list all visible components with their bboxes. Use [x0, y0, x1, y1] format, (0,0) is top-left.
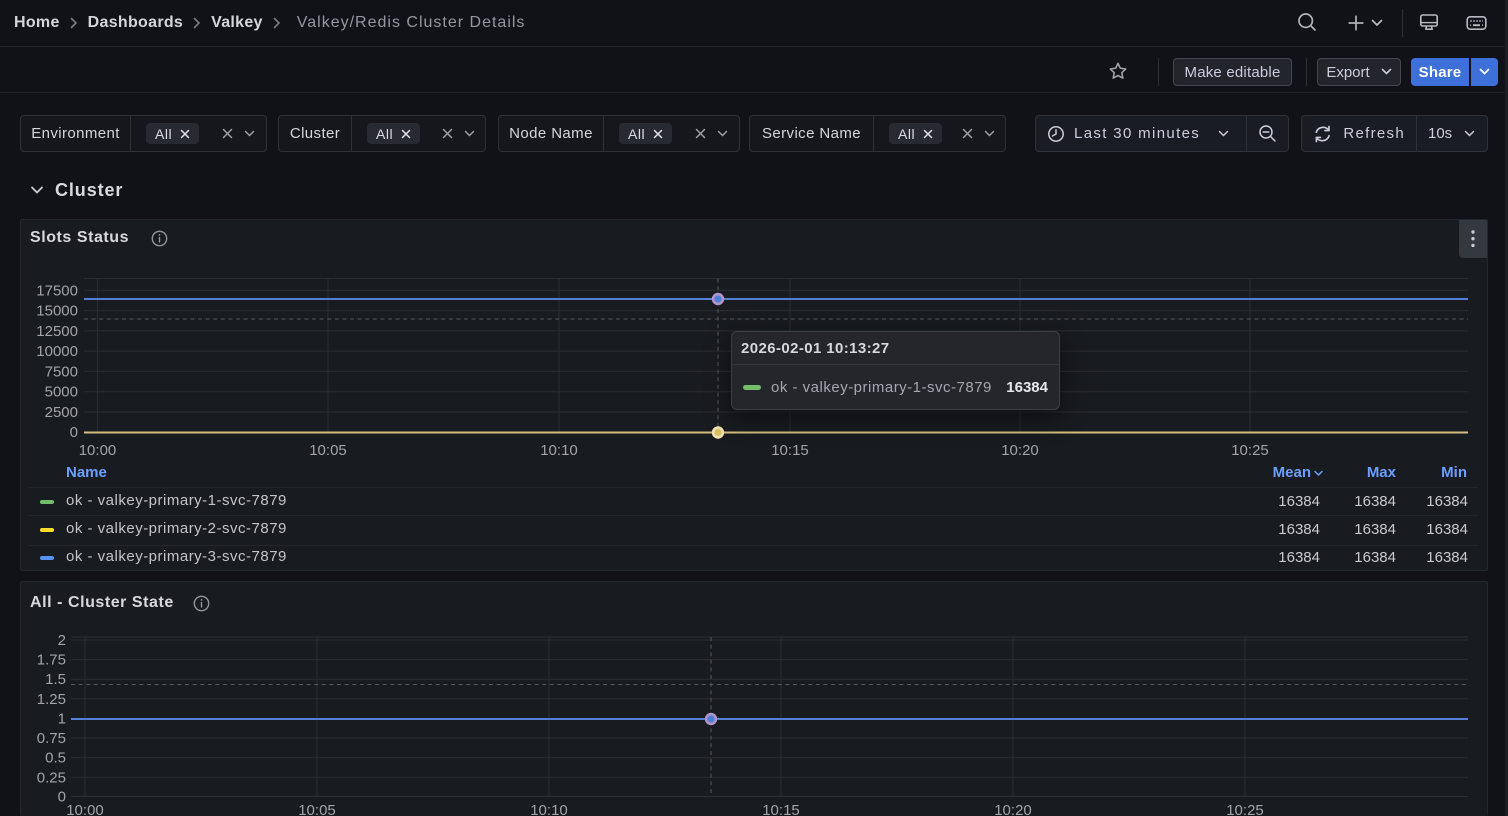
svg-text:15000: 15000: [36, 303, 78, 320]
svg-text:2: 2: [58, 632, 66, 649]
svg-text:7500: 7500: [45, 363, 78, 380]
svg-text:0: 0: [58, 789, 66, 806]
svg-text:10:00: 10:00: [79, 442, 117, 459]
svg-text:10:10: 10:10: [530, 802, 568, 816]
svg-text:10:20: 10:20: [994, 802, 1032, 816]
svg-text:10:25: 10:25: [1226, 802, 1264, 816]
svg-text:0: 0: [70, 424, 78, 441]
svg-text:10:05: 10:05: [298, 802, 336, 816]
svg-text:10000: 10000: [36, 343, 78, 360]
svg-text:17500: 17500: [36, 282, 78, 299]
svg-text:10:15: 10:15: [771, 442, 809, 459]
svg-text:0.25: 0.25: [37, 769, 66, 786]
svg-text:10:25: 10:25: [1231, 442, 1269, 459]
svg-text:0.75: 0.75: [37, 730, 66, 747]
svg-text:10:05: 10:05: [309, 442, 347, 459]
svg-text:5000: 5000: [45, 384, 78, 401]
svg-text:10:20: 10:20: [1001, 442, 1039, 459]
svg-text:1: 1: [58, 710, 66, 727]
svg-text:1.75: 1.75: [37, 652, 66, 669]
svg-text:10:10: 10:10: [540, 442, 578, 459]
svg-text:10:00: 10:00: [66, 802, 104, 816]
svg-text:1.25: 1.25: [37, 691, 66, 708]
svg-text:10:15: 10:15: [762, 802, 800, 816]
svg-text:1.5: 1.5: [45, 671, 66, 688]
svg-text:2500: 2500: [45, 404, 78, 421]
svg-text:12500: 12500: [36, 323, 78, 340]
svg-text:0.5: 0.5: [45, 750, 66, 767]
